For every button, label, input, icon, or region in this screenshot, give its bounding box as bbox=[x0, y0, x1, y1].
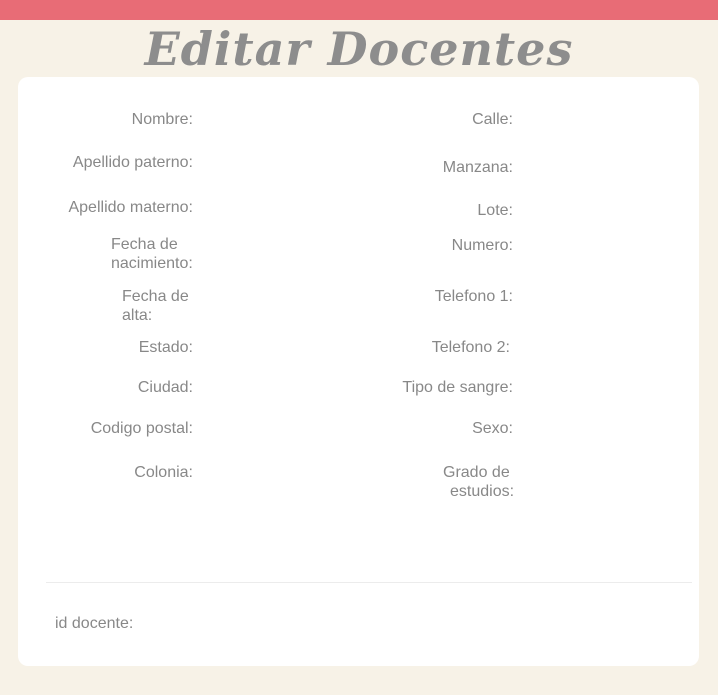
nombre-label: Nombre: bbox=[131, 111, 193, 128]
numero-field[interactable] bbox=[520, 234, 684, 258]
fecha-alta-label-line2: alta: bbox=[122, 307, 153, 324]
estado-label: Estado: bbox=[138, 339, 193, 356]
sexo-label: Sexo: bbox=[472, 420, 513, 437]
telefono1-field[interactable] bbox=[520, 285, 684, 309]
codigo-postal-field[interactable] bbox=[198, 417, 352, 441]
telefono2-field[interactable] bbox=[520, 336, 684, 360]
tipo-sangre-field[interactable] bbox=[520, 376, 684, 400]
form-divider bbox=[46, 582, 692, 583]
codigo-postal-label: Codigo postal: bbox=[90, 420, 193, 437]
apellido-materno-field[interactable] bbox=[198, 196, 352, 220]
telefono1-label: Telefono 1: bbox=[434, 288, 513, 305]
apellido-materno-label: Apellido materno: bbox=[68, 199, 193, 216]
ciudad-label: Ciudad: bbox=[137, 379, 193, 396]
apellido-paterno-field[interactable] bbox=[198, 151, 352, 175]
calle-field[interactable] bbox=[520, 108, 684, 132]
fecha-alta-label-line1: Fecha de bbox=[122, 288, 189, 305]
estado-field[interactable] bbox=[198, 336, 352, 360]
lote-label: Lote: bbox=[477, 202, 513, 219]
telefono2-label: Telefono 2: bbox=[431, 339, 510, 356]
id-docente-label: id docente: bbox=[55, 615, 134, 632]
apellido-paterno-label: Apellido paterno: bbox=[72, 154, 193, 171]
fecha-nacimiento-label-line1: Fecha de bbox=[111, 236, 178, 253]
numero-label: Numero: bbox=[451, 237, 513, 254]
page-title: Editar Docentes bbox=[144, 22, 574, 76]
colonia-field[interactable] bbox=[198, 461, 352, 485]
grado-estudios-field[interactable] bbox=[520, 471, 684, 495]
nombre-field[interactable] bbox=[198, 108, 352, 132]
ciudad-field[interactable] bbox=[198, 376, 352, 400]
manzana-label: Manzana: bbox=[442, 159, 513, 176]
tipo-sangre-label: Tipo de sangre: bbox=[402, 379, 513, 396]
fecha-nacimiento-field[interactable] bbox=[198, 243, 352, 267]
lote-field[interactable] bbox=[520, 199, 684, 223]
fecha-nacimiento-label-line2: nacimiento: bbox=[111, 255, 193, 272]
grado-estudios-label-line2: estudios: bbox=[450, 483, 515, 500]
calle-label: Calle: bbox=[472, 111, 513, 128]
fecha-alta-field[interactable] bbox=[198, 295, 352, 319]
sexo-field[interactable] bbox=[520, 417, 684, 441]
edit-form-card: Nombre: Apellido paterno: Apellido mater… bbox=[18, 77, 699, 666]
manzana-field[interactable] bbox=[520, 156, 684, 180]
top-bar bbox=[0, 0, 718, 20]
colonia-label: Colonia: bbox=[134, 464, 193, 481]
grado-estudios-label-line1: Grado de bbox=[443, 464, 510, 481]
id-docente-field[interactable] bbox=[143, 612, 347, 636]
